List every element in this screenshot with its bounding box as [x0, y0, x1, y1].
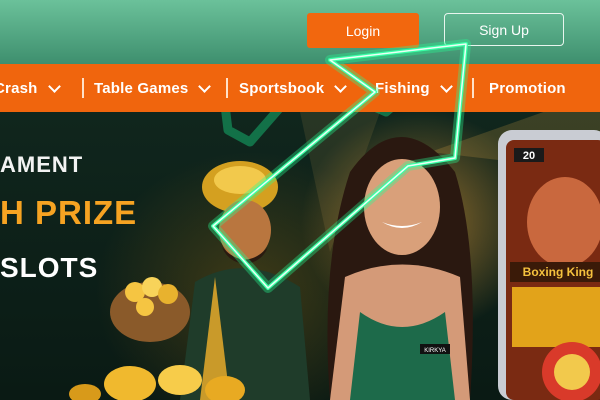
- login-button[interactable]: Login: [307, 13, 419, 48]
- nav-separator: [226, 78, 228, 98]
- nav-item-label: Fishing: [375, 79, 430, 97]
- phone-badge-label: 20: [523, 150, 535, 162]
- nav-item-table-games[interactable]: Table Games: [94, 64, 212, 112]
- genie-character: [180, 161, 310, 400]
- model-badge-label: KIRKYA: [424, 348, 446, 354]
- signup-button[interactable]: Sign Up: [444, 13, 564, 46]
- chevron-down-icon: [439, 79, 453, 93]
- phone-game-title: Boxing King: [523, 265, 594, 279]
- nav-separator: [82, 78, 84, 98]
- nav-item-label: Promotion: [489, 79, 566, 97]
- nav-item-label: Sportsbook: [239, 79, 325, 97]
- hero-banner[interactable]: AMENT H PRIZE SLOTS KIRKYA 20 Boxing Kin…: [0, 112, 600, 400]
- nav-item-sportsbook[interactable]: Sportsbook: [239, 64, 348, 112]
- hero-artwork: KIRKYA 20 Boxing King: [69, 112, 600, 400]
- phone-game-preview: 20 Boxing King: [498, 130, 600, 400]
- gold-bag: [110, 277, 190, 342]
- nav-item-crash[interactable]: Crash: [0, 64, 61, 112]
- chevron-down-icon: [47, 79, 61, 93]
- model-character: KIRKYA: [327, 137, 473, 400]
- chevron-down-icon: [334, 79, 348, 93]
- chevron-down-icon: [198, 79, 212, 93]
- nav-item-promotion[interactable]: Promotion: [489, 64, 566, 112]
- nav-item-label: Table Games: [94, 79, 189, 97]
- nav-item-fishing[interactable]: Fishing: [375, 64, 453, 112]
- top-header: Login Sign Up: [0, 0, 600, 64]
- category-nav: Crash Table Games Sportsbook Fishing Pro…: [0, 64, 600, 112]
- nav-separator: [472, 78, 474, 98]
- nav-item-label: Crash: [0, 79, 38, 97]
